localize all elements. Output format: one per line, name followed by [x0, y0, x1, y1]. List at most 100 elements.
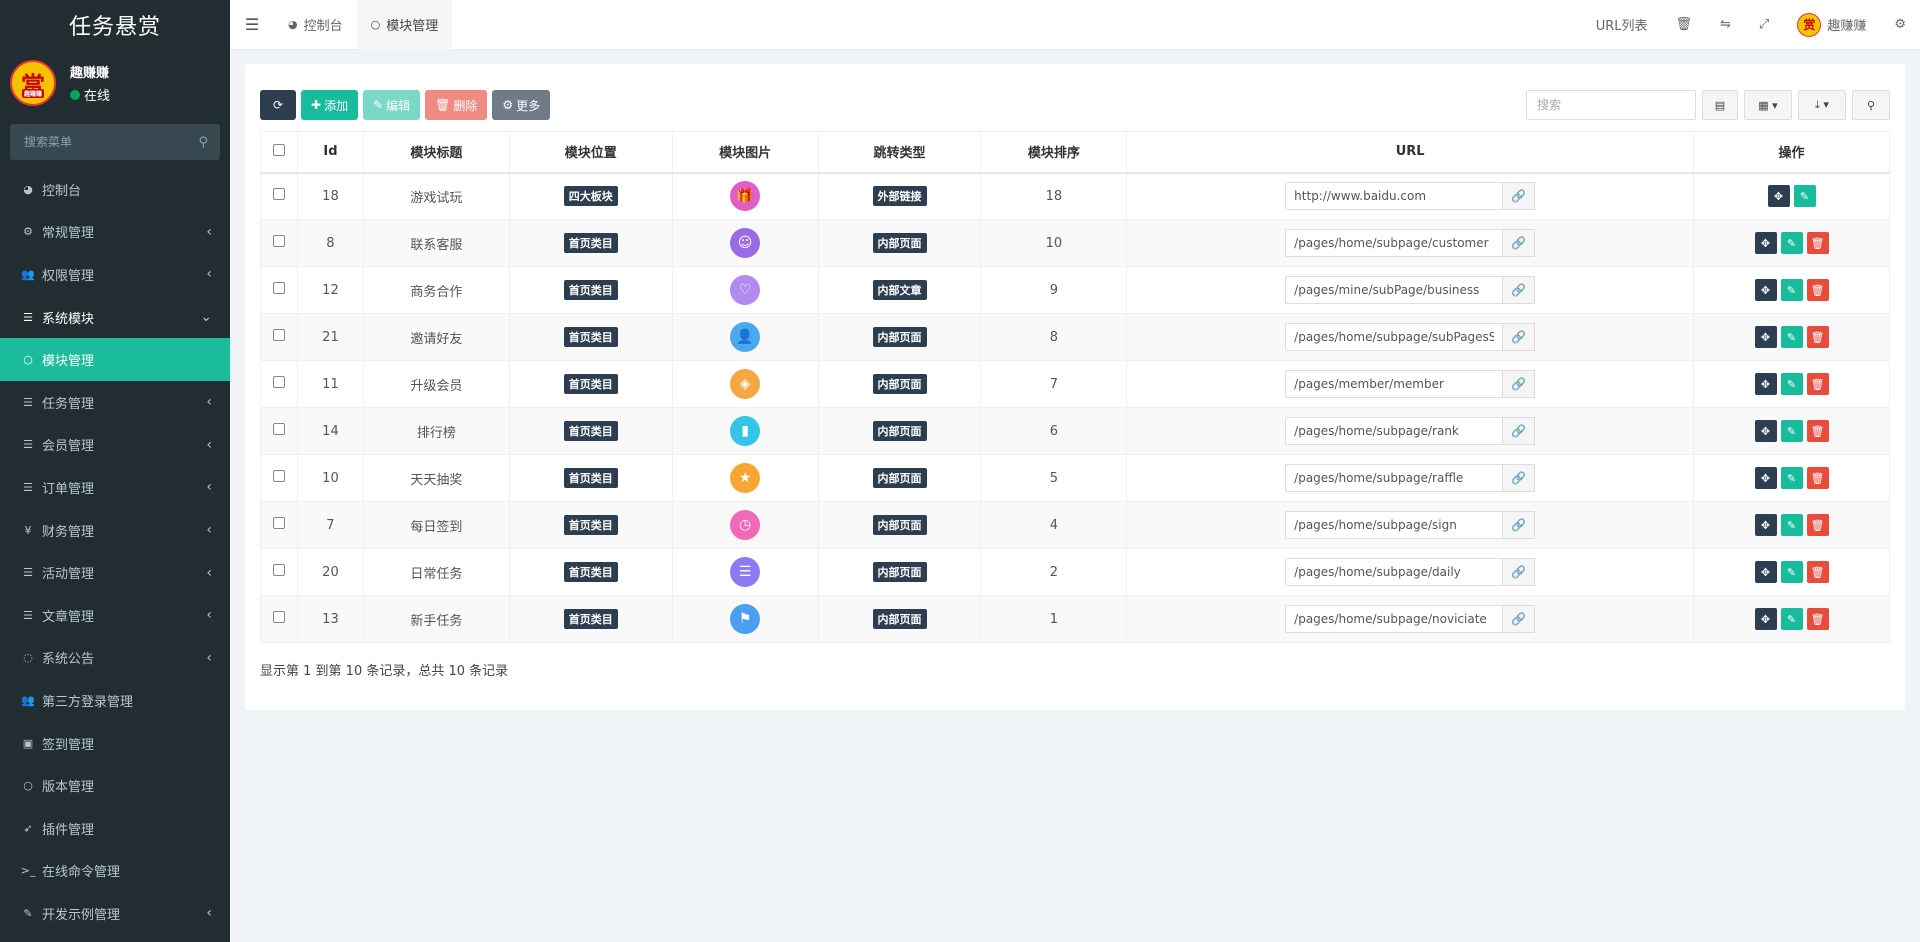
- jump-type-badge[interactable]: 内部页面: [872, 421, 927, 441]
- position-badge[interactable]: 首页类目: [563, 233, 618, 253]
- row-checkbox[interactable]: [272, 564, 285, 576]
- module-image[interactable]: ⚑: [730, 604, 761, 634]
- sidebar-item[interactable]: ☰ 系统模块 ⌄: [0, 296, 230, 339]
- link-icon[interactable]: 🔗: [1503, 464, 1536, 492]
- jump-type-badge[interactable]: 内部页面: [872, 468, 927, 488]
- search-icon[interactable]: ⚲: [198, 135, 208, 150]
- edit-row-button[interactable]: ✎: [1780, 561, 1803, 583]
- jump-type-badge[interactable]: 内部页面: [872, 327, 927, 347]
- delete-row-button[interactable]: 🗑: [1806, 467, 1829, 489]
- drag-sort-button[interactable]: ✥: [1754, 373, 1777, 395]
- url-input[interactable]: [1285, 276, 1504, 304]
- more-button[interactable]: ⚙ 更多: [492, 90, 551, 120]
- row-checkbox[interactable]: [272, 470, 285, 482]
- sidebar-item[interactable]: ○ 版本管理: [0, 764, 230, 807]
- language-icon[interactable]: ⇋: [1706, 17, 1745, 32]
- position-badge[interactable]: 四大板块: [563, 186, 618, 207]
- toggle-view-button[interactable]: ▤: [1702, 90, 1738, 120]
- edit-row-button[interactable]: ✎: [1780, 608, 1803, 630]
- position-badge[interactable]: 首页类目: [563, 562, 618, 582]
- sidebar-item[interactable]: ◕ 控制台: [0, 168, 230, 211]
- drag-sort-button[interactable]: ✥: [1754, 326, 1777, 348]
- position-badge[interactable]: 首页类目: [563, 421, 618, 441]
- link-icon[interactable]: 🔗: [1503, 182, 1536, 211]
- jump-type-badge[interactable]: 外部链接: [872, 186, 927, 207]
- drag-sort-button[interactable]: ✥: [1767, 185, 1790, 208]
- delete-row-button[interactable]: 🗑: [1806, 608, 1829, 630]
- row-checkbox[interactable]: [272, 329, 285, 341]
- tab-dashboard[interactable]: ◕ 控制台: [274, 0, 357, 50]
- sidebar-item[interactable]: ○ 模块管理: [0, 338, 230, 381]
- row-checkbox[interactable]: [272, 611, 285, 623]
- advanced-search-button[interactable]: ⚲: [1852, 90, 1890, 120]
- row-checkbox[interactable]: [272, 282, 285, 294]
- row-checkbox[interactable]: [272, 235, 285, 247]
- sidebar-item[interactable]: ➶ 插件管理: [0, 807, 230, 850]
- fullscreen-icon[interactable]: ⤢: [1745, 17, 1783, 32]
- delete-row-button[interactable]: 🗑: [1806, 420, 1829, 442]
- edit-row-button[interactable]: ✎: [1780, 373, 1803, 395]
- module-image[interactable]: ★: [730, 463, 761, 493]
- module-image[interactable]: ▮: [730, 416, 761, 446]
- drag-sort-button[interactable]: ✥: [1754, 561, 1777, 583]
- header-id[interactable]: Id: [296, 131, 364, 174]
- link-icon[interactable]: 🔗: [1503, 370, 1536, 398]
- link-icon[interactable]: 🔗: [1503, 511, 1536, 539]
- row-checkbox[interactable]: [272, 188, 285, 201]
- position-badge[interactable]: 首页类目: [563, 468, 618, 488]
- position-badge[interactable]: 首页类目: [563, 280, 618, 300]
- sidebar-item[interactable]: ☰ 会员管理 ‹: [0, 424, 230, 467]
- drag-sort-button[interactable]: ✥: [1754, 232, 1777, 254]
- module-image[interactable]: ◈: [730, 369, 761, 399]
- user-menu[interactable]: 赏 趣赚赚: [1783, 12, 1880, 37]
- url-input[interactable]: [1285, 370, 1504, 398]
- drag-sort-button[interactable]: ✥: [1754, 608, 1777, 630]
- jump-type-badge[interactable]: 内部页面: [872, 233, 927, 253]
- sidebar-item[interactable]: 👥 权限管理 ‹: [0, 253, 230, 296]
- sidebar-item[interactable]: >_ 在线命令管理: [0, 850, 230, 893]
- url-input[interactable]: [1285, 558, 1504, 586]
- header-sort[interactable]: 模块排序: [980, 131, 1128, 174]
- cogs-icon[interactable]: ⚙: [1880, 17, 1920, 32]
- trash-icon[interactable]: 🗑: [1662, 17, 1707, 32]
- delete-row-button[interactable]: 🗑: [1806, 561, 1829, 583]
- url-input[interactable]: [1285, 417, 1504, 445]
- sidebar-item[interactable]: ☰ 文章管理 ‹: [0, 594, 230, 637]
- menu-toggle-icon[interactable]: ☰: [230, 0, 274, 50]
- link-icon[interactable]: 🔗: [1503, 605, 1536, 633]
- sidebar-item[interactable]: ¥ 财务管理 ‹: [0, 509, 230, 552]
- delete-row-button[interactable]: 🗑: [1806, 279, 1829, 301]
- jump-type-badge[interactable]: 内部页面: [872, 515, 927, 535]
- edit-row-button[interactable]: ✎: [1780, 420, 1803, 442]
- delete-row-button[interactable]: 🗑: [1806, 373, 1829, 395]
- jump-type-badge[interactable]: 内部页面: [872, 562, 927, 582]
- url-list-link[interactable]: URL列表: [1582, 15, 1662, 34]
- link-icon[interactable]: 🔗: [1503, 323, 1536, 351]
- delete-row-button[interactable]: 🗑: [1806, 514, 1829, 536]
- drag-sort-button[interactable]: ✥: [1754, 514, 1777, 536]
- jump-type-badge[interactable]: 内部文章: [872, 280, 927, 300]
- sidebar-item[interactable]: ⚙ 常规管理 ‹: [0, 211, 230, 254]
- columns-button[interactable]: ▦ ▾: [1744, 90, 1792, 120]
- jump-type-badge[interactable]: 内部页面: [872, 374, 927, 394]
- edit-row-button[interactable]: ✎: [1780, 232, 1803, 254]
- edit-row-button[interactable]: ✎: [1780, 467, 1803, 489]
- row-checkbox[interactable]: [272, 423, 285, 435]
- refresh-button[interactable]: ⟳: [260, 90, 296, 120]
- link-icon[interactable]: 🔗: [1503, 417, 1536, 445]
- edit-button[interactable]: ✎ 编辑: [363, 90, 421, 120]
- edit-row-button[interactable]: ✎: [1780, 279, 1803, 301]
- drag-sort-button[interactable]: ✥: [1754, 420, 1777, 442]
- sidebar-item[interactable]: 👥 第三方登录管理: [0, 679, 230, 722]
- link-icon[interactable]: 🔗: [1503, 558, 1536, 586]
- delete-row-button[interactable]: 🗑: [1806, 232, 1829, 254]
- module-image[interactable]: ☺: [730, 228, 761, 258]
- edit-row-button[interactable]: ✎: [1780, 326, 1803, 348]
- drag-sort-button[interactable]: ✥: [1754, 467, 1777, 489]
- drag-sort-button[interactable]: ✥: [1754, 279, 1777, 301]
- url-input[interactable]: [1285, 511, 1504, 539]
- edit-row-button[interactable]: ✎: [1780, 514, 1803, 536]
- delete-button[interactable]: 🗑 删除: [425, 90, 488, 120]
- url-input[interactable]: [1285, 182, 1504, 211]
- select-all-checkbox[interactable]: [272, 143, 285, 156]
